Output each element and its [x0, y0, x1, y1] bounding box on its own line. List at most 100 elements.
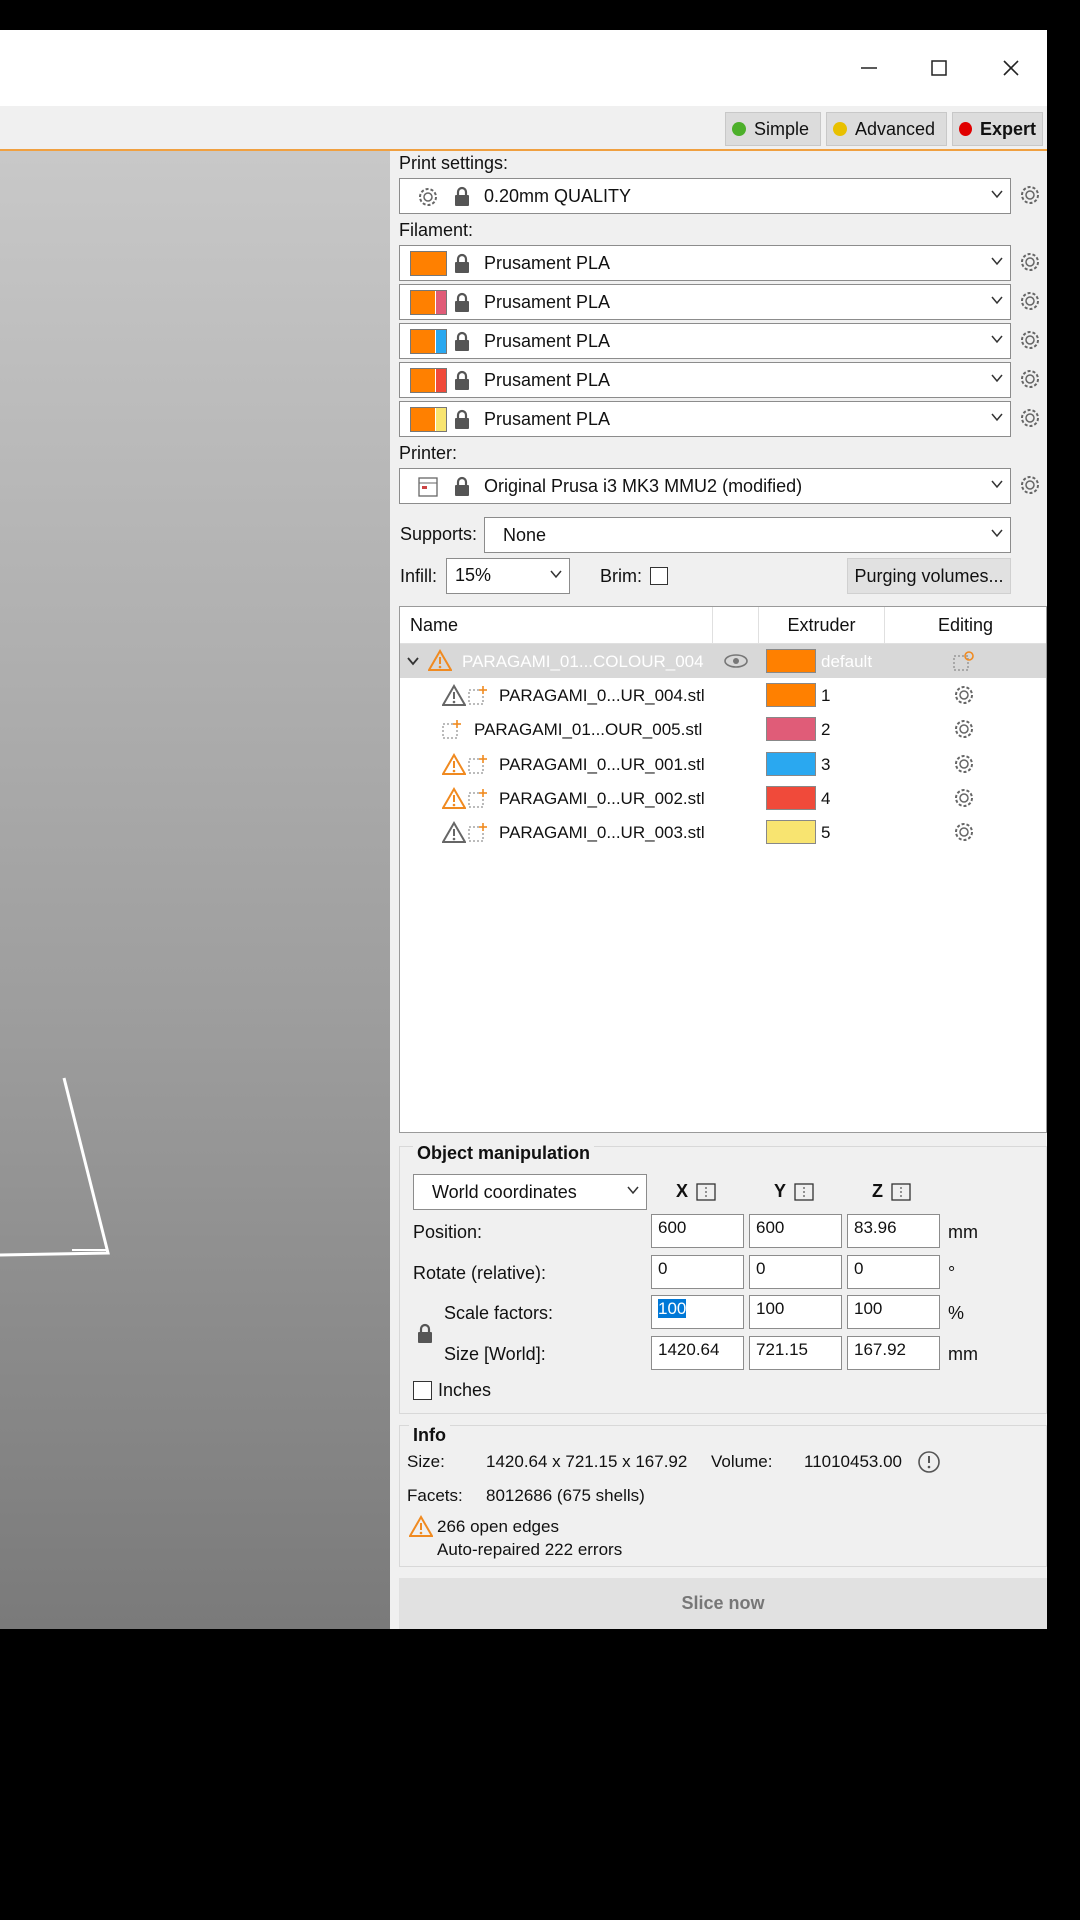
manip-field[interactable]: 1420.64: [651, 1335, 744, 1370]
manip-field[interactable]: 0: [847, 1254, 940, 1289]
manip-field[interactable]: 721.15: [749, 1335, 842, 1370]
filament-gear-icon[interactable]: [1018, 367, 1042, 391]
extruder-color-swatch: [766, 717, 816, 742]
object-row-part[interactable]: PARAGAMI_0...UR_002.stl 4: [400, 781, 1046, 815]
manip-field[interactable]: 600: [651, 1214, 744, 1248]
axis-header: X: [676, 1181, 716, 1202]
info-title: Info: [409, 1425, 450, 1446]
warning-icon: [442, 752, 466, 775]
inches-checkbox[interactable]: [413, 1381, 432, 1400]
printer-value: Original Prusa i3 MK3 MMU2 (modified): [484, 476, 803, 496]
print-settings-gear-icon[interactable]: [1018, 183, 1042, 207]
drop-to-bed-icon[interactable]: [696, 1182, 716, 1201]
filament-value: Prusament PLA: [484, 370, 611, 390]
mode-advanced-button[interactable]: Advanced: [826, 112, 947, 146]
manip-field[interactable]: 167.92: [847, 1335, 940, 1370]
field-value: 100: [756, 1299, 785, 1319]
field-value: 0: [854, 1258, 864, 1278]
part-name: PARAGAMI_0...UR_001.stl: [499, 754, 705, 774]
brim-checkbox[interactable]: [650, 567, 668, 585]
object-list[interactable]: Name Extruder Editing PARAGAMI_01...COLO…: [399, 606, 1047, 1133]
printer-combo[interactable]: Original Prusa i3 MK3 MMU2 (modified): [399, 468, 1011, 504]
eye-icon[interactable]: [724, 653, 748, 669]
field-value: 100: [854, 1299, 883, 1319]
filament-combo[interactable]: Prusament PLA: [399, 245, 1011, 281]
chevron-down-icon: [991, 257, 1003, 266]
filament-combo[interactable]: Prusament PLA: [399, 362, 1011, 398]
object-row-part[interactable]: PARAGAMI_0...UR_001.stl 3: [400, 747, 1046, 781]
3d-viewport[interactable]: [0, 151, 390, 1629]
gear-icon[interactable]: [952, 752, 976, 776]
gear-icon[interactable]: [952, 717, 976, 741]
filament-color-swatch: [410, 251, 447, 276]
printer-gear-icon[interactable]: [1018, 473, 1042, 497]
filament-gear-icon[interactable]: [1018, 250, 1042, 274]
object-manipulation-title: Object manipulation: [413, 1143, 595, 1164]
manip-field[interactable]: 100: [651, 1295, 744, 1330]
filament-combo[interactable]: Prusament PLA: [399, 323, 1011, 359]
field-value: 0: [658, 1258, 668, 1278]
manip-field[interactable]: 0: [651, 1254, 744, 1289]
manip-field[interactable]: 0: [749, 1254, 842, 1289]
filament-gear-icon[interactable]: [1018, 328, 1042, 352]
infill-value: 15%: [455, 565, 492, 585]
chevron-down-icon[interactable]: [406, 654, 420, 668]
axis-label: Y: [774, 1181, 787, 1201]
manip-field[interactable]: 100: [749, 1295, 842, 1330]
purging-volumes-button[interactable]: Purging volumes...: [847, 558, 1011, 594]
chevron-down-icon: [627, 1186, 639, 1195]
infill-combo[interactable]: 15%: [446, 558, 570, 594]
slice-now-button[interactable]: Slice now: [399, 1578, 1047, 1629]
manip-field[interactable]: 600: [749, 1214, 842, 1248]
info-facets-value: 8012686 (675 shells): [486, 1486, 645, 1505]
close-button[interactable]: [975, 30, 1047, 106]
manip-unit: °: [948, 1262, 956, 1283]
object-row-part[interactable]: PARAGAMI_0...UR_004.stl 1: [400, 678, 1046, 712]
mode-simple-button[interactable]: Simple: [725, 112, 821, 146]
drop-to-bed-icon[interactable]: [891, 1182, 911, 1201]
gear-icon[interactable]: [952, 786, 976, 810]
warning-icon: [428, 649, 452, 671]
manip-field[interactable]: 83.96: [847, 1214, 940, 1248]
simple-mode-icon: [732, 122, 746, 136]
print-settings-value: 0.20mm QUALITY: [484, 186, 632, 206]
lock-icon[interactable]: [416, 1323, 434, 1345]
expert-mode-icon: [959, 122, 972, 136]
info-warning-open-edges: 266 open edges: [437, 1517, 559, 1536]
filament-combo[interactable]: Prusament PLA: [399, 284, 1011, 320]
print-settings-combo[interactable]: 0.20mm QUALITY: [399, 178, 1011, 214]
chevron-down-icon: [991, 480, 1003, 489]
column-header-editing[interactable]: Editing: [885, 607, 1046, 643]
lock-icon: [455, 253, 469, 273]
column-header-name[interactable]: Name: [400, 607, 713, 643]
manip-field[interactable]: 100: [847, 1295, 940, 1330]
supports-combo[interactable]: None: [484, 517, 1011, 553]
maximize-icon: [931, 60, 947, 76]
info-exclamation-icon[interactable]: [917, 1450, 941, 1474]
field-value: 167.92: [854, 1339, 906, 1359]
chevron-down-icon: [991, 190, 1003, 199]
gear-icon[interactable]: [952, 820, 976, 844]
warning-icon: [442, 821, 466, 844]
extruder-value: 2: [821, 720, 831, 740]
filament-color-swatch: [410, 290, 447, 315]
add-part-icon[interactable]: [953, 651, 975, 671]
advanced-mode-icon: [833, 122, 847, 136]
object-row-part[interactable]: PARAGAMI_0...UR_003.stl 5: [400, 815, 1046, 849]
minimize-icon: [861, 67, 877, 69]
maximize-button[interactable]: [903, 30, 975, 106]
field-value: 600: [756, 1218, 785, 1237]
coordinate-system-combo[interactable]: World coordinates: [413, 1174, 647, 1210]
filament-gear-icon[interactable]: [1018, 289, 1042, 313]
filament-gear-icon[interactable]: [1018, 406, 1042, 430]
object-row-parent[interactable]: PARAGAMI_01...COLOUR_004 default: [400, 644, 1046, 678]
lock-icon: [455, 370, 469, 390]
minimize-button[interactable]: [833, 30, 905, 106]
gear-icon[interactable]: [952, 683, 976, 707]
info-facets-label: Facets:: [407, 1486, 463, 1505]
drop-to-bed-icon[interactable]: [794, 1182, 814, 1201]
column-header-extruder[interactable]: Extruder: [759, 607, 885, 643]
object-row-part[interactable]: PARAGAMI_01...OUR_005.stl 2: [400, 712, 1046, 746]
filament-combo[interactable]: Prusament PLA: [399, 401, 1011, 437]
mode-expert-button[interactable]: Expert: [952, 112, 1043, 146]
